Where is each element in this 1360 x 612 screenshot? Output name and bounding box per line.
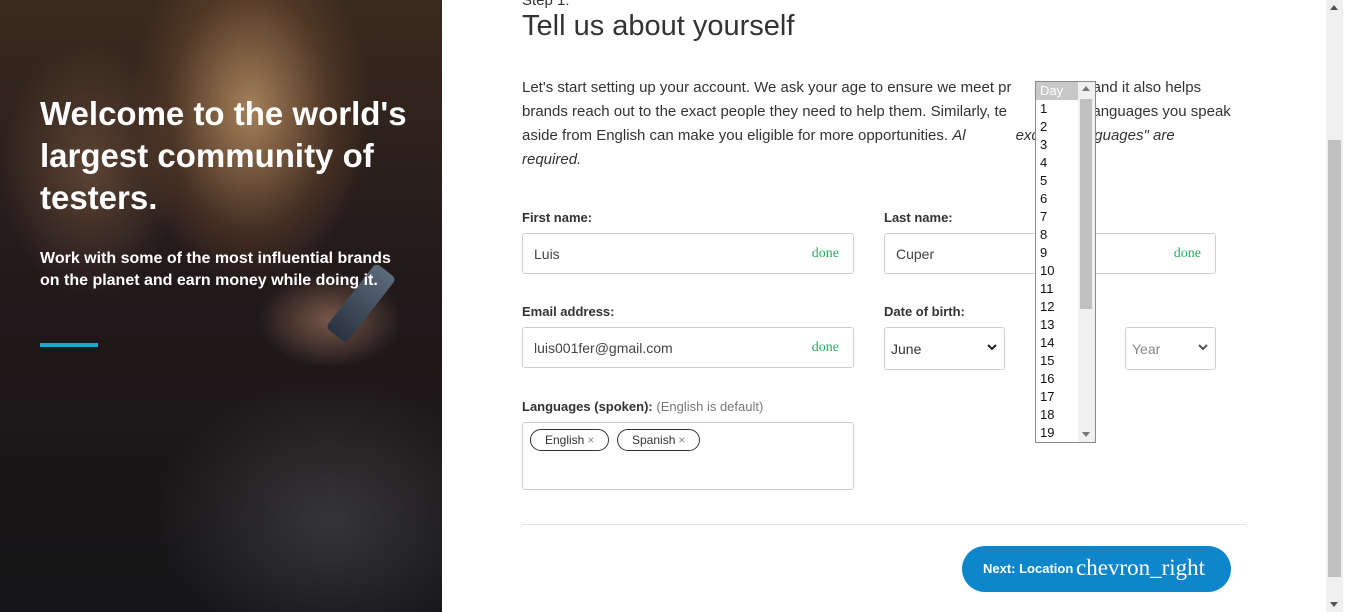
- language-tag-spanish: Spanish ×: [617, 429, 701, 451]
- languages-label: Languages (spoken): (English is default): [522, 399, 763, 414]
- first-name-done-icon: done: [811, 246, 839, 261]
- first-name-field[interactable]: Luis done: [522, 233, 854, 274]
- email-field[interactable]: luis001fer@gmail.com done: [522, 327, 854, 368]
- day-option[interactable]: 14: [1036, 334, 1078, 352]
- language-tag-english: English ×: [530, 429, 610, 451]
- day-option[interactable]: 6: [1036, 190, 1078, 208]
- hero-subheading: Work with some of the most influential b…: [40, 250, 391, 289]
- year-placeholder: Year: [1132, 341, 1161, 357]
- languages-input[interactable]: English × Spanish ×: [522, 422, 854, 490]
- scroll-down-icon[interactable]: [1082, 432, 1090, 437]
- chevron-down-icon: [1198, 344, 1208, 351]
- day-option[interactable]: 11: [1036, 280, 1078, 298]
- hero-panel: Welcome to the world's largest community…: [0, 0, 442, 612]
- dob-label: Date of birth:: [884, 304, 965, 319]
- day-dropdown-list[interactable]: Day 1 2 3 4 5 6 7 8 9 10 11 12 13 14 15 16 17 18 19: [1035, 81, 1096, 443]
- remove-tag-icon[interactable]: ×: [587, 433, 594, 447]
- hero-accent-bar: [40, 343, 98, 347]
- scroll-down-icon[interactable]: [1330, 602, 1338, 607]
- day-option[interactable]: 10: [1036, 262, 1078, 280]
- dropdown-scroll-thumb[interactable]: [1080, 99, 1092, 309]
- day-option[interactable]: 17: [1036, 388, 1078, 406]
- chevron-right-icon: chevron_right: [1076, 555, 1206, 580]
- step-label: Step 1:: [522, 0, 570, 9]
- last-name-value: Cuper: [896, 246, 935, 262]
- year-select[interactable]: Year: [1125, 327, 1216, 370]
- day-option[interactable]: 15: [1036, 352, 1078, 370]
- page-title: Tell us about yourself: [522, 10, 795, 42]
- day-option[interactable]: 12: [1036, 298, 1078, 316]
- day-option[interactable]: 18: [1036, 406, 1078, 424]
- last-name-label: Last name:: [884, 210, 953, 225]
- scroll-up-icon[interactable]: [1082, 86, 1090, 91]
- day-options: Day 1 2 3 4 5 6 7 8 9 10 11 12 13 14 15 16 17 18 19: [1036, 82, 1078, 442]
- day-option[interactable]: 16: [1036, 370, 1078, 388]
- form-divider: [522, 524, 1246, 525]
- day-option[interactable]: 2: [1036, 118, 1078, 136]
- next-button-label: Next: Location: [983, 561, 1074, 576]
- email-done-icon: done: [811, 340, 839, 355]
- page-scroll-thumb[interactable]: [1328, 140, 1341, 577]
- month-select[interactable]: June: [884, 327, 1005, 370]
- day-option[interactable]: 3: [1036, 136, 1078, 154]
- day-option[interactable]: 1: [1036, 100, 1078, 118]
- language-tag-label: Spanish: [632, 433, 676, 447]
- day-option[interactable]: 4: [1036, 154, 1078, 172]
- day-option[interactable]: 8: [1036, 226, 1078, 244]
- page-scrollbar[interactable]: [1326, 0, 1343, 612]
- last-name-done-icon: done: [1173, 246, 1201, 261]
- languages-label-text: Languages (spoken):: [522, 399, 653, 414]
- hero-heading: Welcome to the world's largest community…: [40, 95, 407, 216]
- scroll-up-icon[interactable]: [1330, 5, 1338, 10]
- day-option[interactable]: 5: [1036, 172, 1078, 190]
- next-location-button[interactable]: Next: Location chevron_right: [962, 546, 1231, 592]
- day-option[interactable]: 13: [1036, 316, 1078, 334]
- intro-text: Let's start setting up your account. We …: [522, 76, 1232, 172]
- day-option[interactable]: 19: [1036, 424, 1078, 442]
- remove-tag-icon[interactable]: ×: [678, 433, 685, 447]
- first-name-label: First name:: [522, 210, 593, 225]
- intro-italic-1: Al: [952, 127, 966, 144]
- intro-part-1: Let's start setting up your account. We …: [522, 79, 1012, 96]
- email-label: Email address:: [522, 304, 615, 319]
- first-name-value: Luis: [534, 246, 560, 262]
- day-option[interactable]: Day: [1036, 82, 1078, 100]
- language-tag-label: English: [545, 433, 585, 447]
- month-value: June: [891, 341, 922, 357]
- chevron-down-icon: [987, 344, 997, 351]
- email-value: luis001fer@gmail.com: [534, 340, 673, 356]
- languages-hint: (English is default): [656, 399, 764, 414]
- dropdown-scrollbar[interactable]: [1078, 82, 1095, 442]
- day-option[interactable]: 7: [1036, 208, 1078, 226]
- day-option[interactable]: 9: [1036, 244, 1078, 262]
